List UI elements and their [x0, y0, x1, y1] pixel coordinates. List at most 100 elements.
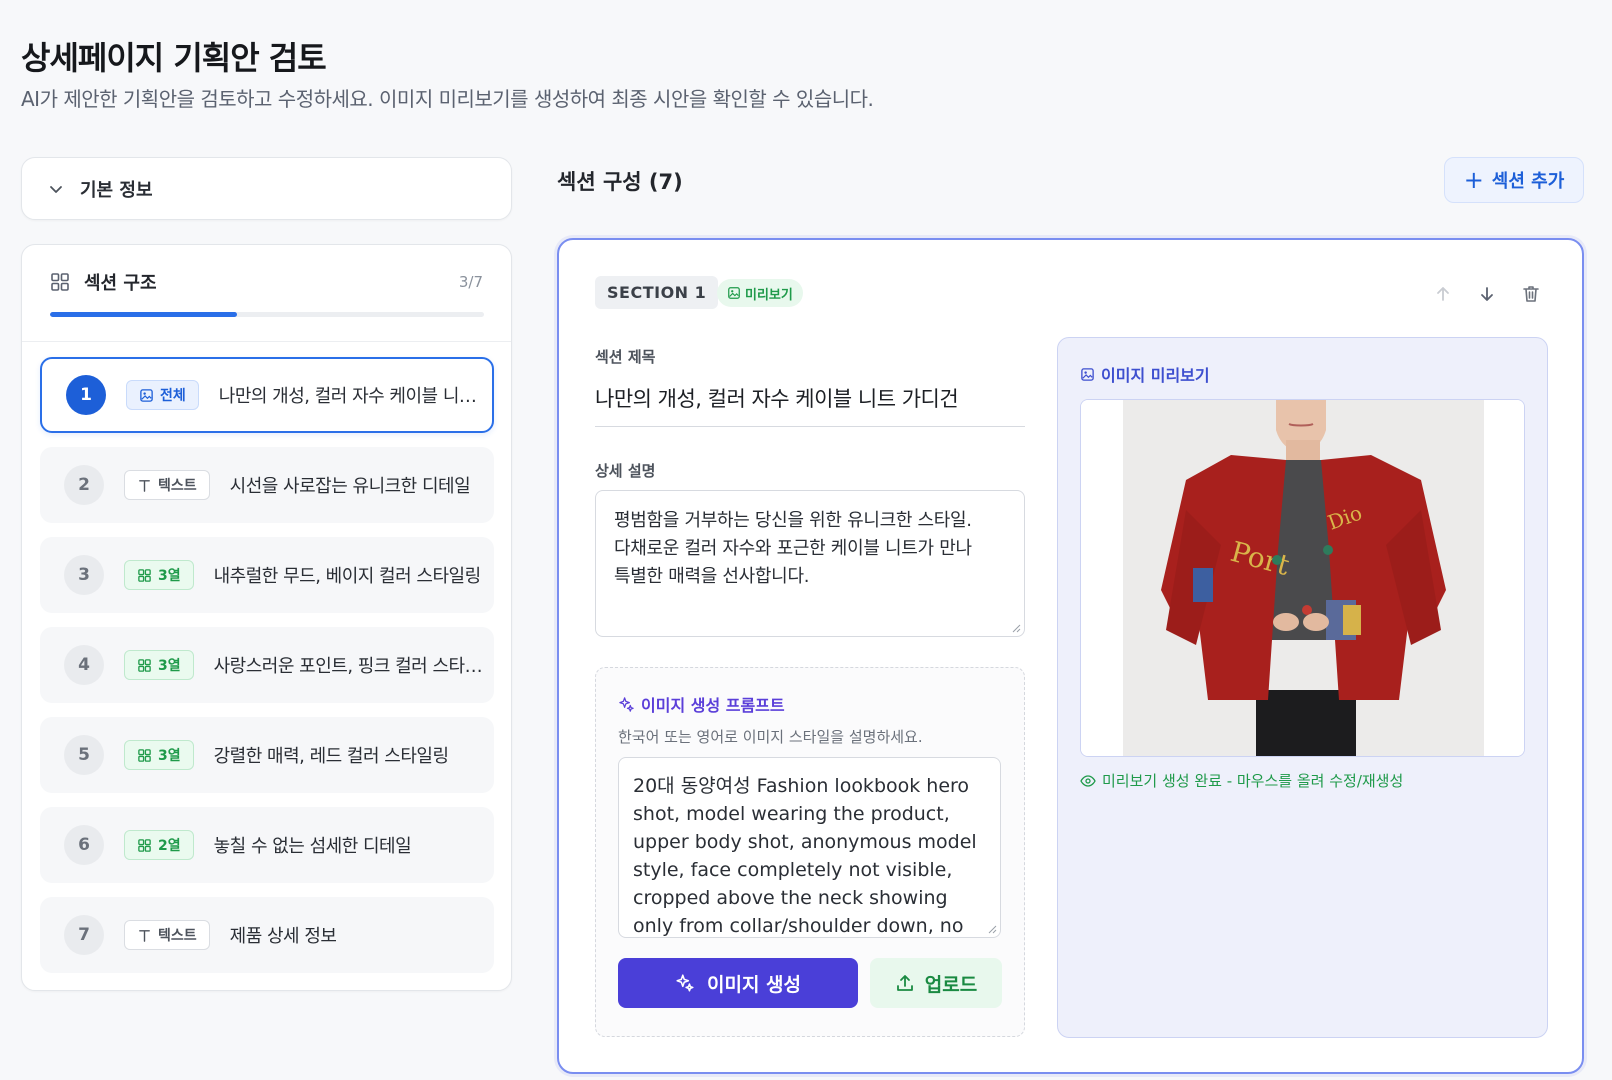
grid-icon — [51, 273, 69, 291]
delete-section-button[interactable] — [1519, 282, 1543, 306]
description-label: 상세 설명 — [595, 462, 656, 480]
move-up-button[interactable] — [1431, 282, 1455, 306]
section-list-title: 내추럴한 무드, 베이지 컬러 스타일링 — [213, 566, 481, 587]
section-list-item[interactable]: 1 전체 나만의 개성, 컬러 자수 케이블 니트 가디건 — [40, 357, 494, 433]
page-title: 상세페이지 기획안 검토 — [21, 39, 327, 77]
section-type-badge: 텍스트 — [124, 920, 210, 950]
section-type-badge: 텍스트 — [124, 470, 210, 500]
preview-status-text: 미리보기 생성 완료 - 마우스를 올려 수정/재생성 — [1102, 772, 1404, 790]
section-editor: SECTION 1 미리보기 섹션 제목 나만의 개성, 컬러 자수 케이블 니… — [557, 238, 1584, 1074]
grid-icon — [138, 838, 151, 852]
sparkle-icon — [619, 696, 634, 712]
section-number: 2 — [64, 465, 104, 505]
generate-image-label: 이미지 생성 — [706, 973, 801, 996]
section-number: 1 — [66, 375, 106, 415]
section-number: 4 — [64, 645, 104, 685]
description-line: 다채로운 컬러 자수와 포근한 케이블 니트가 만나 — [614, 538, 972, 559]
sparkle-icon — [676, 974, 694, 992]
move-down-button[interactable] — [1475, 282, 1499, 306]
image-preview-label-text: 이미지 미리보기 — [1101, 366, 1210, 385]
prompt-panel: 이미지 생성 프롬프트 한국어 또는 영어로 이미지 스타일을 설명하세요. 2… — [595, 667, 1025, 1037]
sections-heading: 섹션 구성 (7) — [557, 170, 683, 194]
section-list-title: 시선을 사로잡는 유니크한 디테일 — [229, 476, 471, 497]
preview-tag-label: 미리보기 — [745, 287, 793, 303]
cardigan-model-photo: Port Dio — [1081, 400, 1524, 756]
add-section-button[interactable]: + 섹션 추가 — [1444, 157, 1584, 203]
grid-icon — [138, 748, 151, 762]
preview-image[interactable]: Port Dio — [1080, 399, 1525, 757]
section-list-title: 제품 상세 정보 — [229, 926, 337, 947]
upload-button[interactable]: 업로드 — [870, 958, 1002, 1008]
section-type-label: 2열 — [158, 838, 181, 854]
section-type-badge: 전체 — [126, 380, 199, 410]
generate-image-button[interactable]: 이미지 생성 — [618, 958, 858, 1008]
section-list-item[interactable]: 2 텍스트 시선을 사로잡는 유니크한 디테일 — [40, 447, 494, 523]
page-subtitle: AI가 제안한 기획안을 검토하고 수정하세요. 이미지 미리보기를 생성하여 … — [21, 87, 874, 111]
prompt-label-text: 이미지 생성 프롬프트 — [641, 696, 785, 715]
section-type-label: 3열 — [158, 658, 181, 674]
section-type-label: 전체 — [160, 388, 186, 404]
preview-status: 미리보기 생성 완료 - 마우스를 올려 수정/재생성 — [1080, 770, 1403, 791]
divider — [22, 341, 511, 342]
image-preview-panel: 이미지 미리보기 Port Dio 미리보기 생성 완료 - 마우스를 올려 수… — [1057, 337, 1548, 1038]
prompt-label: 이미지 생성 프롬프트 — [618, 692, 785, 716]
section-structure-label: 섹션 구조 — [84, 273, 157, 294]
prompt-value: 20대 동양여성 Fashion lookbook hero shot, mod… — [633, 775, 977, 937]
section-type-badge: 2열 — [124, 830, 194, 860]
title-label: 섹션 제목 — [595, 348, 656, 366]
section-list-title: 사랑스러운 포인트, 핑크 컬러 스타일링 — [213, 656, 494, 677]
section-list-title: 놓칠 수 없는 섬세한 디테일 — [213, 836, 412, 857]
description-line: 평범함을 거부하는 당신을 위한 유니크한 스타일. — [614, 510, 972, 531]
prompt-help-text: 한국어 또는 영어로 이미지 스타일을 설명하세요. — [618, 728, 923, 746]
section-structure-panel: 섹션 구조 3/7 1 전체 나만의 개성, 컬러 자수 케이블 니트 가디건 2 텍스… — [21, 244, 512, 991]
plus-icon: + — [1463, 166, 1484, 194]
grid-icon — [138, 658, 151, 672]
image-icon — [1081, 367, 1094, 381]
basic-info-toggle[interactable]: 기본 정보 — [21, 157, 512, 220]
section-type-badge: 3열 — [124, 560, 194, 590]
section-type-label: 3열 — [158, 748, 181, 764]
section-list-item[interactable]: 3 3열 내추럴한 무드, 베이지 컬러 스타일링 — [40, 537, 494, 613]
arrow-up-icon — [1437, 287, 1449, 301]
description-textarea[interactable]: 평범함을 거부하는 당신을 위한 유니크한 스타일. 다채로운 컬러 자수와 포… — [595, 490, 1025, 637]
text-icon — [139, 479, 150, 492]
section-list-title: 나만의 개성, 컬러 자수 케이블 니트 가디건 — [218, 386, 492, 407]
resize-handle-icon[interactable] — [1011, 623, 1021, 633]
trash-icon — [1523, 286, 1539, 302]
image-preview-label: 이미지 미리보기 — [1080, 362, 1210, 386]
basic-info-label: 기본 정보 — [80, 179, 153, 201]
section-list-item[interactable]: 7 텍스트 제품 상세 정보 — [40, 897, 494, 973]
section-number: 3 — [64, 555, 104, 595]
section-title-input[interactable]: 나만의 개성, 컬러 자수 케이블 니트 가디건 — [595, 383, 1025, 427]
section-list-title: 강렬한 매력, 레드 컬러 스타일링 — [213, 746, 449, 767]
section-type-badge: 3열 — [124, 740, 194, 770]
section-tag: SECTION 1 — [595, 276, 719, 309]
text-icon — [139, 929, 150, 942]
section-count: 3/7 — [458, 273, 483, 291]
section-list-item[interactable]: 5 3열 강렬한 매력, 레드 컬러 스타일링 — [40, 717, 494, 793]
chevron-down-icon — [50, 185, 62, 193]
add-section-label: 섹션 추가 — [1491, 171, 1565, 192]
section-type-badge: 3열 — [124, 650, 194, 680]
grid-icon — [138, 568, 151, 582]
section-type-label: 텍스트 — [158, 478, 197, 494]
upload-icon — [896, 975, 913, 991]
resize-handle-icon[interactable] — [987, 924, 997, 934]
section-number: 5 — [64, 735, 104, 775]
section-number: 7 — [64, 915, 104, 955]
image-icon — [140, 388, 153, 402]
section-list-item[interactable]: 4 3열 사랑스러운 포인트, 핑크 컬러 스타일링 — [40, 627, 494, 703]
preview-tag: 미리보기 — [717, 279, 803, 307]
section-type-label: 3열 — [158, 568, 181, 584]
section-number: 6 — [64, 825, 104, 865]
progress-fill — [50, 312, 237, 317]
prompt-textarea[interactable]: 20대 동양여성 Fashion lookbook hero shot, mod… — [618, 757, 1001, 938]
eye-icon — [1080, 774, 1096, 787]
section-type-label: 텍스트 — [158, 928, 197, 944]
progress-bar — [50, 312, 484, 317]
upload-label: 업로드 — [924, 973, 978, 996]
arrow-down-icon — [1481, 287, 1493, 301]
description-line: 특별한 매력을 선사합니다. — [614, 566, 810, 587]
section-list-item[interactable]: 6 2열 놓칠 수 없는 섬세한 디테일 — [40, 807, 494, 883]
image-icon — [728, 287, 740, 299]
